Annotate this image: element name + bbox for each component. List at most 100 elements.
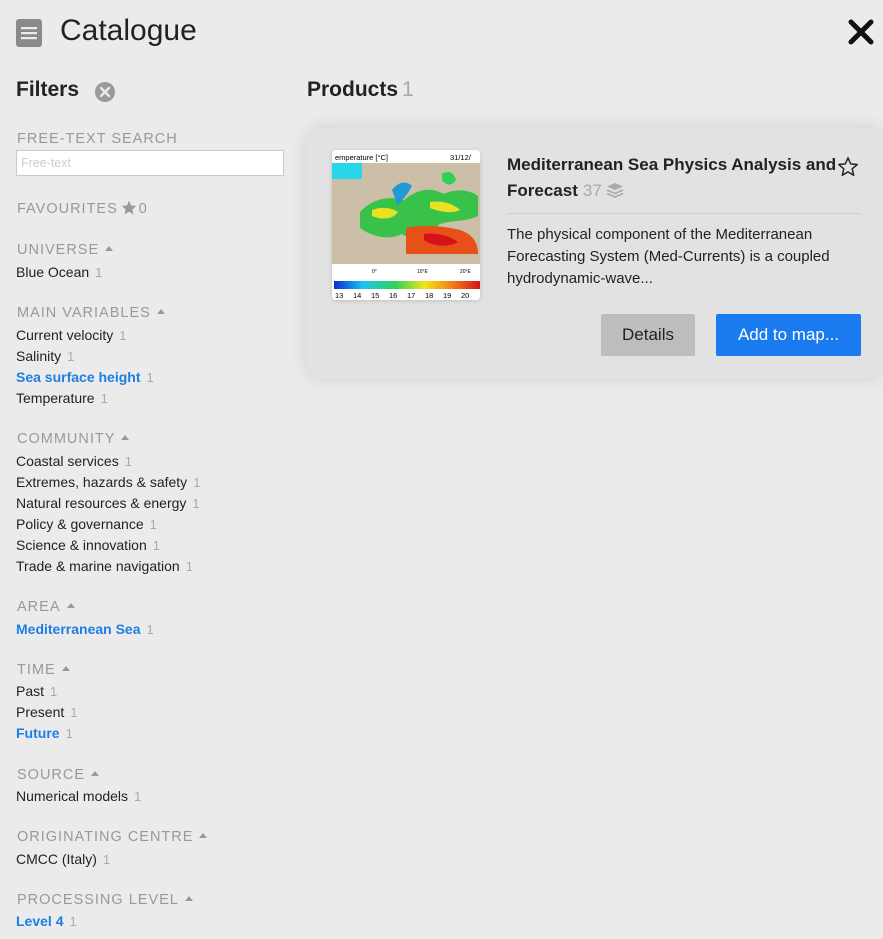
close-icon[interactable]	[846, 16, 876, 48]
filter-item-level-4[interactable]: Level 4 1	[16, 913, 77, 929]
filter-item-past[interactable]: Past 1	[16, 683, 57, 699]
filter-item-salinity[interactable]: Salinity 1	[16, 348, 74, 364]
thumb-axis-tick: 0°	[372, 269, 377, 275]
header-bar: Catalogue	[0, 0, 883, 66]
product-description: The physical component of the Mediterran…	[507, 226, 830, 287]
section-label: AREA	[17, 599, 61, 615]
details-button[interactable]: Details	[601, 314, 695, 356]
filter-count: 1	[134, 789, 142, 804]
scale-tick: 20	[461, 291, 469, 300]
filter-item-science-innovation[interactable]: Science & innovation 1	[16, 537, 160, 553]
product-card: emperature [°C] 31/12/ 0° 10°E 20°E 13 1…	[307, 128, 883, 378]
filter-count: 1	[70, 705, 78, 720]
filter-item-present[interactable]: Present 1	[16, 704, 77, 720]
filter-count: 1	[67, 349, 75, 364]
filter-count: 1	[100, 391, 108, 406]
section-main-variables[interactable]: MAIN VARIABLES	[17, 305, 165, 321]
favourites-label: FAVOURITES	[17, 201, 118, 217]
section-time[interactable]: TIME	[17, 662, 70, 678]
filter-item-cmcc-italy[interactable]: CMCC (Italy) 1	[16, 851, 110, 867]
filter-label: Temperature	[16, 390, 95, 406]
filter-label: Extremes, hazards & safety	[16, 474, 188, 490]
filter-label: Sea surface height	[16, 369, 141, 385]
card-divider	[507, 213, 861, 214]
caret-up-icon	[66, 602, 75, 608]
add-to-map-button[interactable]: Add to map...	[716, 314, 861, 356]
section-processing-level[interactable]: PROCESSING LEVEL	[17, 892, 193, 908]
filter-item-natural-resources-energy[interactable]: Natural resources & energy 1	[16, 495, 200, 511]
section-source[interactable]: SOURCE	[17, 767, 100, 783]
section-label: COMMUNITY	[17, 431, 116, 447]
section-label: TIME	[17, 662, 56, 678]
filter-label: Trade & marine navigation	[16, 558, 180, 574]
filter-count: 1	[146, 622, 154, 637]
filter-count: 1	[50, 684, 58, 699]
filter-item-current-velocity[interactable]: Current velocity 1	[16, 327, 127, 343]
filter-item-numerical-models[interactable]: Numerical models 1	[16, 788, 141, 804]
filter-item-blue-ocean[interactable]: Blue Ocean 1	[16, 264, 102, 280]
scale-tick: 17	[407, 291, 415, 300]
scale-tick: 15	[371, 291, 379, 300]
scale-tick: 14	[353, 291, 361, 300]
section-label: UNIVERSE	[17, 242, 100, 258]
filter-item-sea-surface-height[interactable]: Sea surface height 1	[16, 369, 154, 385]
product-title[interactable]: Mediterranean Sea Physics Analysis and F…	[507, 152, 837, 204]
filter-count: 1	[95, 265, 103, 280]
app-title: Catalogue	[60, 14, 197, 47]
filter-count: 1	[102, 852, 111, 867]
caret-up-icon	[156, 308, 165, 314]
filter-item-future[interactable]: Future 1	[16, 725, 73, 741]
section-area[interactable]: AREA	[17, 599, 75, 615]
filter-label: Salinity	[16, 348, 62, 364]
section-originating-centre[interactable]: ORIGINATING CENTRE	[17, 829, 208, 845]
clear-filters-icon[interactable]	[95, 82, 115, 102]
caret-up-icon	[199, 832, 208, 838]
scale-tick: 16	[389, 291, 397, 300]
filter-count: 1	[149, 517, 157, 532]
filter-count: 1	[193, 475, 201, 490]
filter-label: Level 4	[16, 913, 64, 929]
star-icon	[121, 200, 136, 215]
favourites-filter[interactable]: FAVOURITES 0	[17, 200, 147, 217]
filter-label: Past	[16, 683, 45, 699]
filter-label: Present	[16, 704, 65, 720]
filter-label: Numerical models	[16, 788, 129, 804]
filter-item-temperature[interactable]: Temperature 1	[16, 390, 108, 406]
filter-count: 1	[65, 726, 73, 741]
filter-label: Future	[16, 725, 60, 741]
filter-count: 1	[69, 914, 77, 929]
filter-item-coastal-services[interactable]: Coastal services 1	[16, 453, 132, 469]
section-universe[interactable]: UNIVERSE	[17, 242, 114, 258]
filter-item-mediterranean-sea[interactable]: Mediterranean Sea 1	[16, 621, 154, 637]
filter-label: Blue Ocean	[16, 264, 90, 280]
section-label: SOURCE	[17, 767, 86, 783]
filter-item-extremes-hazards-safety[interactable]: Extremes, hazards & safety 1	[16, 474, 200, 490]
caret-up-icon	[91, 770, 100, 776]
thumb-header-right: 31/12/	[450, 153, 472, 162]
filter-label: Mediterranean Sea	[16, 621, 141, 637]
color-scale-bar	[334, 281, 480, 289]
free-text-search-input[interactable]	[16, 150, 284, 176]
favourites-count: 0	[138, 201, 147, 217]
filters-title: Filters	[16, 78, 80, 101]
filter-label: Natural resources & energy	[16, 495, 187, 511]
catalogue-book-icon	[16, 19, 42, 47]
caret-up-icon	[105, 245, 114, 251]
star-outline-icon[interactable]	[837, 156, 859, 178]
section-label: PROCESSING LEVEL	[17, 892, 179, 908]
filter-label: Science & innovation	[16, 537, 147, 553]
filter-item-trade-marine-navigation[interactable]: Trade & marine navigation 1	[16, 558, 193, 574]
caret-up-icon	[184, 895, 193, 901]
filter-item-policy-governance[interactable]: Policy & governance 1	[16, 516, 157, 532]
thumb-axis-tick: 20°E	[460, 269, 472, 275]
caret-up-icon	[121, 434, 130, 440]
scale-tick: 18	[425, 291, 433, 300]
product-thumbnail[interactable]: emperature [°C] 31/12/ 0° 10°E 20°E 13 1…	[332, 150, 480, 300]
filter-count: 1	[146, 370, 154, 385]
filter-label: Current velocity	[16, 327, 114, 343]
temperature-map-thumbnail: emperature [°C] 31/12/ 0° 10°E 20°E 13 1…	[332, 150, 480, 300]
products-title: Products 1	[307, 78, 414, 102]
layers-icon	[606, 182, 624, 198]
filter-count: 1	[185, 559, 193, 574]
section-community[interactable]: COMMUNITY	[17, 431, 130, 447]
